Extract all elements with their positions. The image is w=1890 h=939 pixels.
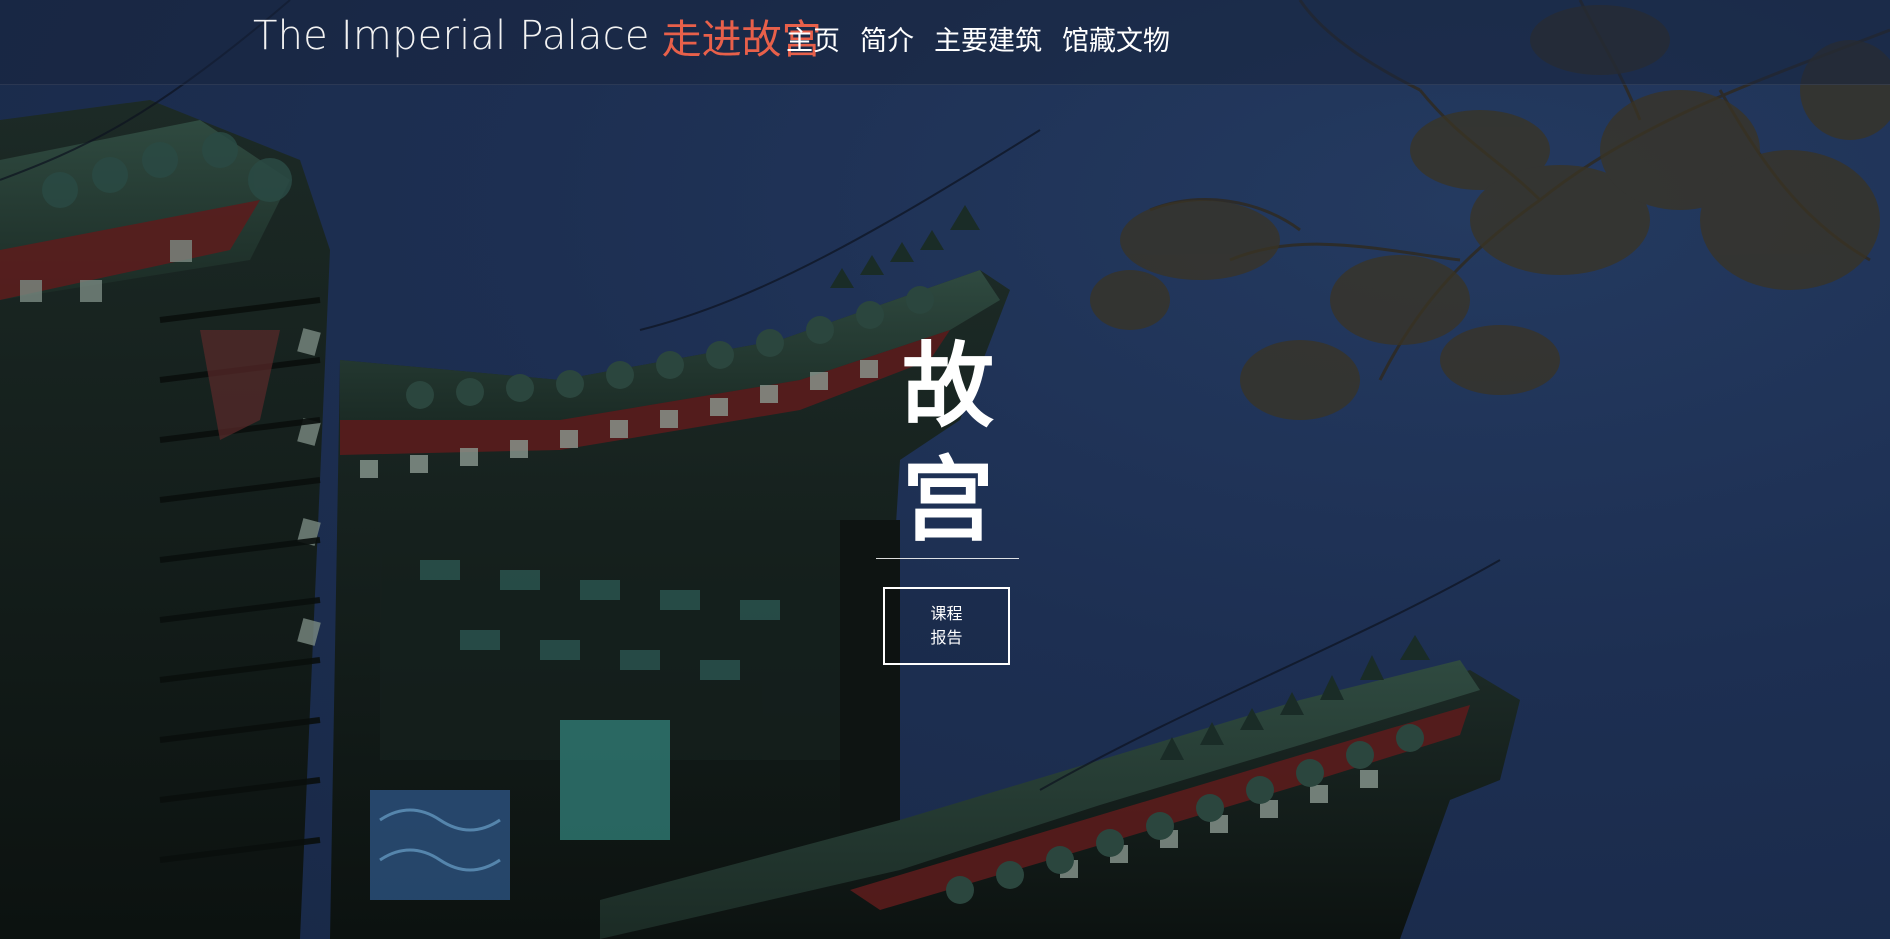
hero-title: 故宫	[901, 333, 994, 554]
left-palace-roof	[0, 100, 330, 939]
page: The Imperial Palace 走进故宫 主页 简介 主要建筑 馆藏文物…	[0, 0, 1890, 939]
nav-item-intro[interactable]: 简介	[860, 19, 914, 58]
top-navigation-bar: The Imperial Palace 走进故宫 主页 简介 主要建筑 馆藏文物	[0, 0, 1890, 85]
nav-item-collections[interactable]: 馆藏文物	[1062, 19, 1170, 58]
course-report-button[interactable]: 课程报告	[883, 587, 1010, 665]
brand-english-title: The Imperial Palace	[253, 13, 650, 59]
site-brand[interactable]: The Imperial Palace 走进故宫	[253, 6, 822, 66]
nav-item-buildings[interactable]: 主要建筑	[934, 19, 1042, 58]
main-nav: 主页 简介 主要建筑 馆藏文物	[786, 16, 1190, 60]
nav-item-home[interactable]: 主页	[786, 19, 840, 58]
course-report-button-label: 课程报告	[930, 604, 963, 647]
hero-divider	[876, 558, 1019, 559]
